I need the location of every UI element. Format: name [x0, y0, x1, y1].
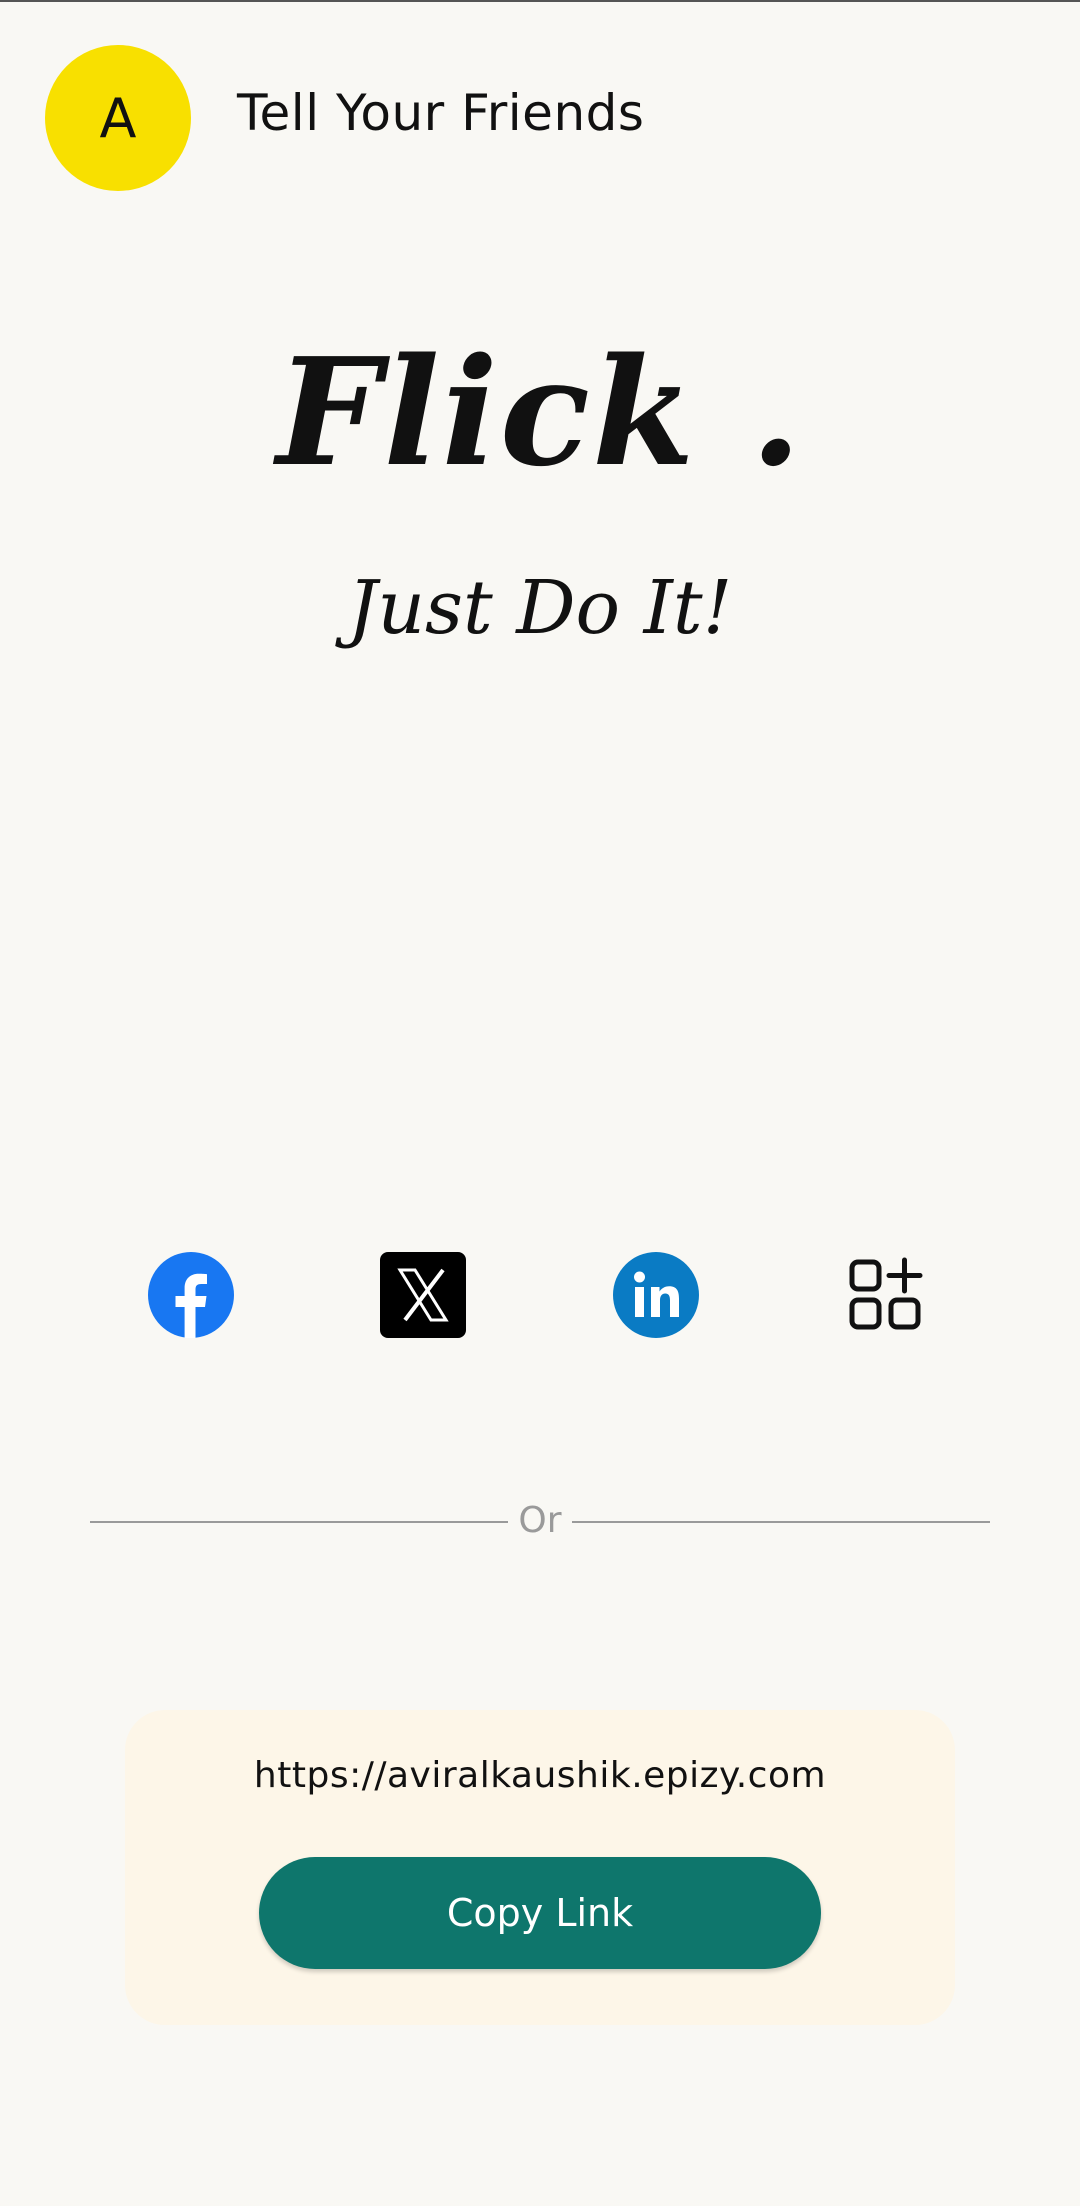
- link-card: https://aviralkaushik.epizy.com Copy Lin…: [125, 1710, 955, 2025]
- facebook-icon: [148, 1252, 234, 1338]
- more-apps-icon: [849, 1257, 923, 1330]
- share-linkedin-button[interactable]: [613, 1252, 699, 1338]
- tagline: Just Do It!: [347, 565, 733, 651]
- copy-link-button[interactable]: Copy Link: [259, 1857, 821, 1969]
- linkedin-icon: [613, 1252, 699, 1338]
- share-options: [0, 1252, 1080, 1338]
- page-title: Tell Your Friends: [237, 84, 645, 142]
- share-link-text: https://aviralkaushik.epizy.com: [253, 1755, 827, 1796]
- avatar[interactable]: A: [45, 45, 191, 191]
- x-twitter-icon: [380, 1252, 466, 1338]
- divider-line-right: [572, 1521, 990, 1523]
- top-border: [0, 0, 1080, 2]
- app-logo-text: Flick .: [276, 325, 804, 499]
- share-x-button[interactable]: [380, 1252, 466, 1338]
- share-facebook-button[interactable]: [148, 1252, 234, 1338]
- or-divider: Or: [90, 1500, 990, 1544]
- avatar-letter: A: [99, 86, 137, 150]
- copy-link-label: Copy Link: [446, 1891, 634, 1935]
- share-more-button[interactable]: [846, 1252, 932, 1338]
